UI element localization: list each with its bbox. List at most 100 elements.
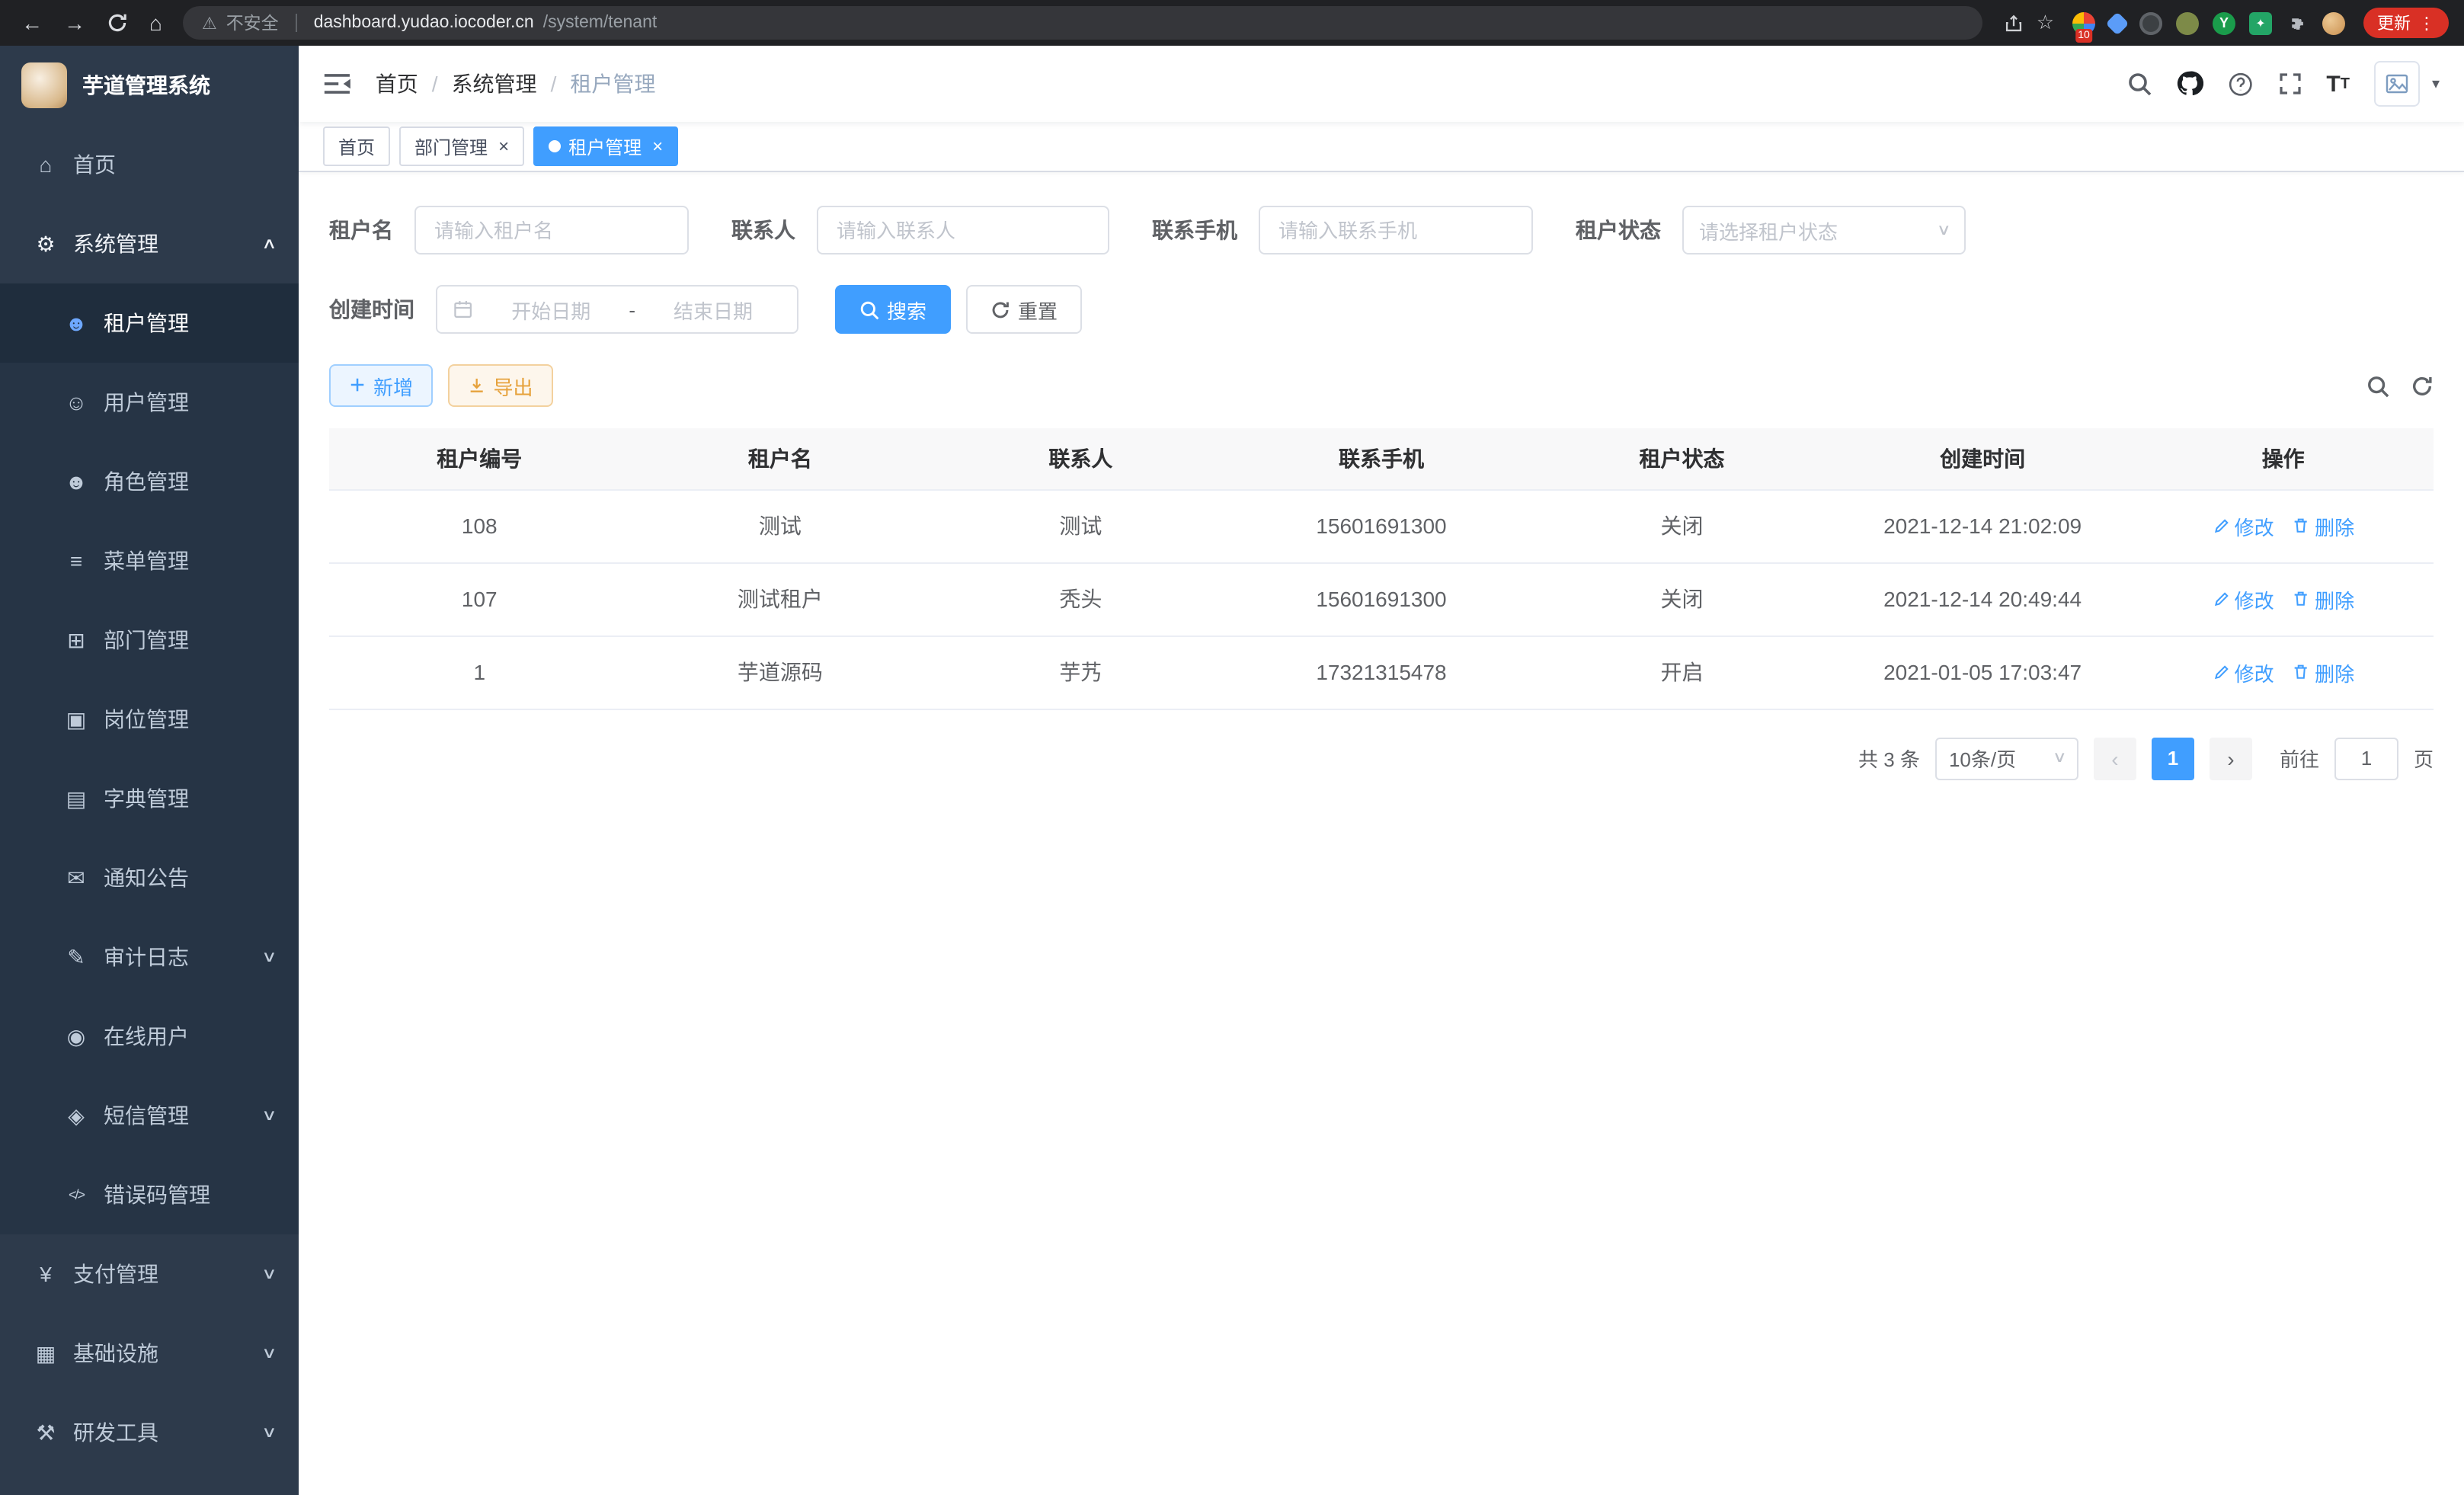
sidebar-item-infra[interactable]: ▦基础设施∨ [0, 1314, 299, 1393]
cell-name: 测试 [630, 489, 931, 562]
delete-link-label: 删除 [2315, 584, 2354, 613]
content: 租户名 联系人 联系手机 租户状态 请选择租户状态 [299, 172, 2464, 1495]
user-avatar[interactable] [2374, 61, 2420, 107]
tenant-name-input[interactable] [414, 206, 689, 255]
main-area: 首页/系统管理/租户管理 TT ▾ 首页部门管理×租户管理× 租户名 [299, 46, 2464, 1495]
view-tab[interactable]: 租户管理 × [533, 126, 678, 166]
delete-link[interactable]: 删除 [2293, 658, 2354, 687]
browser-profile-avatar[interactable] [2322, 11, 2345, 34]
page-size-select[interactable]: 10条/页 ∨ [1935, 737, 2078, 780]
goto-label: 前往 [2280, 744, 2319, 773]
fullscreen-icon[interactable] [2277, 72, 2302, 96]
sidebar-item-user[interactable]: ☺用户管理 [0, 363, 299, 442]
tab-label: 租户管理 [568, 133, 642, 159]
share-icon[interactable] [2005, 13, 2024, 33]
home-button[interactable]: ⌂ [149, 11, 162, 35]
sidebar-item-role[interactable]: ☻角色管理 [0, 442, 299, 521]
search-icon[interactable] [2128, 72, 2152, 96]
cell-actions: 修改删除 [2133, 635, 2434, 709]
sidebar-item-dev-tools[interactable]: ⚒研发工具∨ [0, 1393, 299, 1472]
sidebar-item-sms[interactable]: ◈短信管理∨ [0, 1076, 299, 1155]
close-icon[interactable]: × [498, 136, 509, 157]
sidebar-item-tenant[interactable]: ☻租户管理 [0, 283, 299, 363]
cell-actions: 修改 删除 [2133, 562, 2434, 635]
avatar-caret-icon[interactable]: ▾ [2432, 75, 2440, 92]
extension-icon-colorwheel[interactable]: 10 [2072, 11, 2095, 34]
trash-icon [2293, 590, 2310, 607]
sidebar-item-home[interactable]: ⌂首页 [0, 125, 299, 204]
sidebar-toggle[interactable] [323, 72, 351, 96]
edit-link[interactable]: 修改 [2212, 658, 2274, 687]
table-toolbar: 新增 导出 [329, 364, 2434, 407]
sidebar-item-online-user[interactable]: ◉在线用户 [0, 997, 299, 1076]
github-icon[interactable] [2177, 70, 2203, 97]
cell-contact: 秃头 [930, 562, 1231, 635]
gear-icon: ⚙ [34, 231, 58, 257]
sidebar-item-audit-log[interactable]: ✎审计日志∨ [0, 917, 299, 997]
reload-button[interactable] [107, 12, 128, 34]
tenant-table: 租户编号租户名联系人联系手机租户状态创建时间操作108测试测试156016913… [329, 428, 2434, 709]
chevron-down-icon: ∨ [1936, 222, 1950, 238]
forward-button[interactable]: → [64, 11, 85, 35]
extension-icon-blue[interactable] [2105, 11, 2129, 34]
sidebar-item-post[interactable]: ▣岗位管理 [0, 680, 299, 759]
bookmark-star-icon[interactable]: ☆ [2037, 11, 2054, 35]
tenant-status-select[interactable]: 请选择租户状态 ∨ [1682, 206, 1966, 255]
extension-icon-olive[interactable] [2176, 11, 2199, 34]
chevron-down-icon: ∨ [261, 1345, 277, 1362]
status-label: 租户状态 [1576, 215, 1661, 245]
app-logo: 芋道管理系统 [0, 46, 299, 125]
phone-input[interactable] [1259, 206, 1533, 255]
reset-button[interactable]: 重置 [966, 285, 1082, 334]
breadcrumb-separator: / [551, 72, 557, 96]
extension-icon-green-square[interactable]: ✦ [2249, 11, 2272, 34]
extension-icon-green-y[interactable]: Y [2213, 11, 2235, 34]
sidebar-item-notice[interactable]: ✉通知公告 [0, 838, 299, 917]
cell-status: 关闭 [1531, 489, 1832, 562]
tab-label: 部门管理 [414, 133, 488, 159]
pencil-icon [2212, 590, 2229, 607]
update-button[interactable]: 更新 ⋮ [2363, 8, 2449, 38]
prev-page-button[interactable]: ‹ [2094, 737, 2136, 780]
refresh-list-button[interactable] [2411, 374, 2434, 397]
font-size-icon[interactable]: TT [2326, 71, 2350, 97]
page-number-button[interactable]: 1 [2152, 737, 2194, 780]
delete-link[interactable]: 删除 [2293, 584, 2354, 613]
help-icon[interactable] [2228, 71, 2254, 97]
tree-icon: ⊞ [64, 627, 88, 653]
browser-menu-icon[interactable]: ⋮ [2418, 13, 2435, 33]
close-icon[interactable]: × [652, 136, 663, 157]
edit-link[interactable]: 修改 [2212, 511, 2274, 540]
sidebar-item-dict[interactable]: ▤字典管理 [0, 759, 299, 838]
search-button[interactable]: 搜索 [835, 285, 951, 334]
address-bar[interactable]: ⚠ 不安全 dashboard.yudao.iocoder.cn/system/… [184, 6, 1983, 40]
breadcrumb-item[interactable]: 系统管理 [452, 69, 537, 99]
page-unit: 页 [2414, 744, 2434, 773]
next-page-button[interactable]: › [2210, 737, 2252, 780]
filter-phone: 联系手机 [1152, 206, 1533, 255]
sidebar-item-pay[interactable]: ¥支付管理∨ [0, 1234, 299, 1314]
breadcrumb-item[interactable]: 首页 [376, 69, 418, 99]
create-time-range[interactable]: 开始日期 - 结束日期 [436, 285, 798, 334]
back-button[interactable]: ← [21, 11, 43, 35]
view-tab[interactable]: 首页 [323, 126, 390, 166]
toggle-search-button[interactable] [2366, 374, 2389, 397]
sidebar-item-menu[interactable]: ≡菜单管理 [0, 521, 299, 600]
view-tab[interactable]: 部门管理 × [399, 126, 524, 166]
goto-page-input[interactable] [2334, 737, 2398, 780]
extension-icon-dark[interactable] [2139, 11, 2162, 34]
contact-input[interactable] [817, 206, 1109, 255]
chevron-down-icon: ∨ [261, 949, 277, 965]
sidebar-item-error-code[interactable]: </>错误码管理 [0, 1155, 299, 1234]
select-placeholder: 请选择租户状态 [1699, 216, 1838, 245]
export-button[interactable]: 导出 [448, 364, 552, 407]
edit-link[interactable]: 修改 [2212, 584, 2274, 613]
add-button[interactable]: 新增 [329, 364, 433, 407]
extensions-puzzle-icon[interactable] [2286, 11, 2309, 34]
warning-icon: ⚠ [202, 13, 217, 33]
calendar-icon [453, 299, 473, 319]
sidebar-item-system[interactable]: ⚙系统管理∧ [0, 204, 299, 283]
cell-id: 108 [329, 489, 630, 562]
sidebar-item-dept[interactable]: ⊞部门管理 [0, 600, 299, 680]
delete-link[interactable]: 删除 [2293, 511, 2354, 540]
